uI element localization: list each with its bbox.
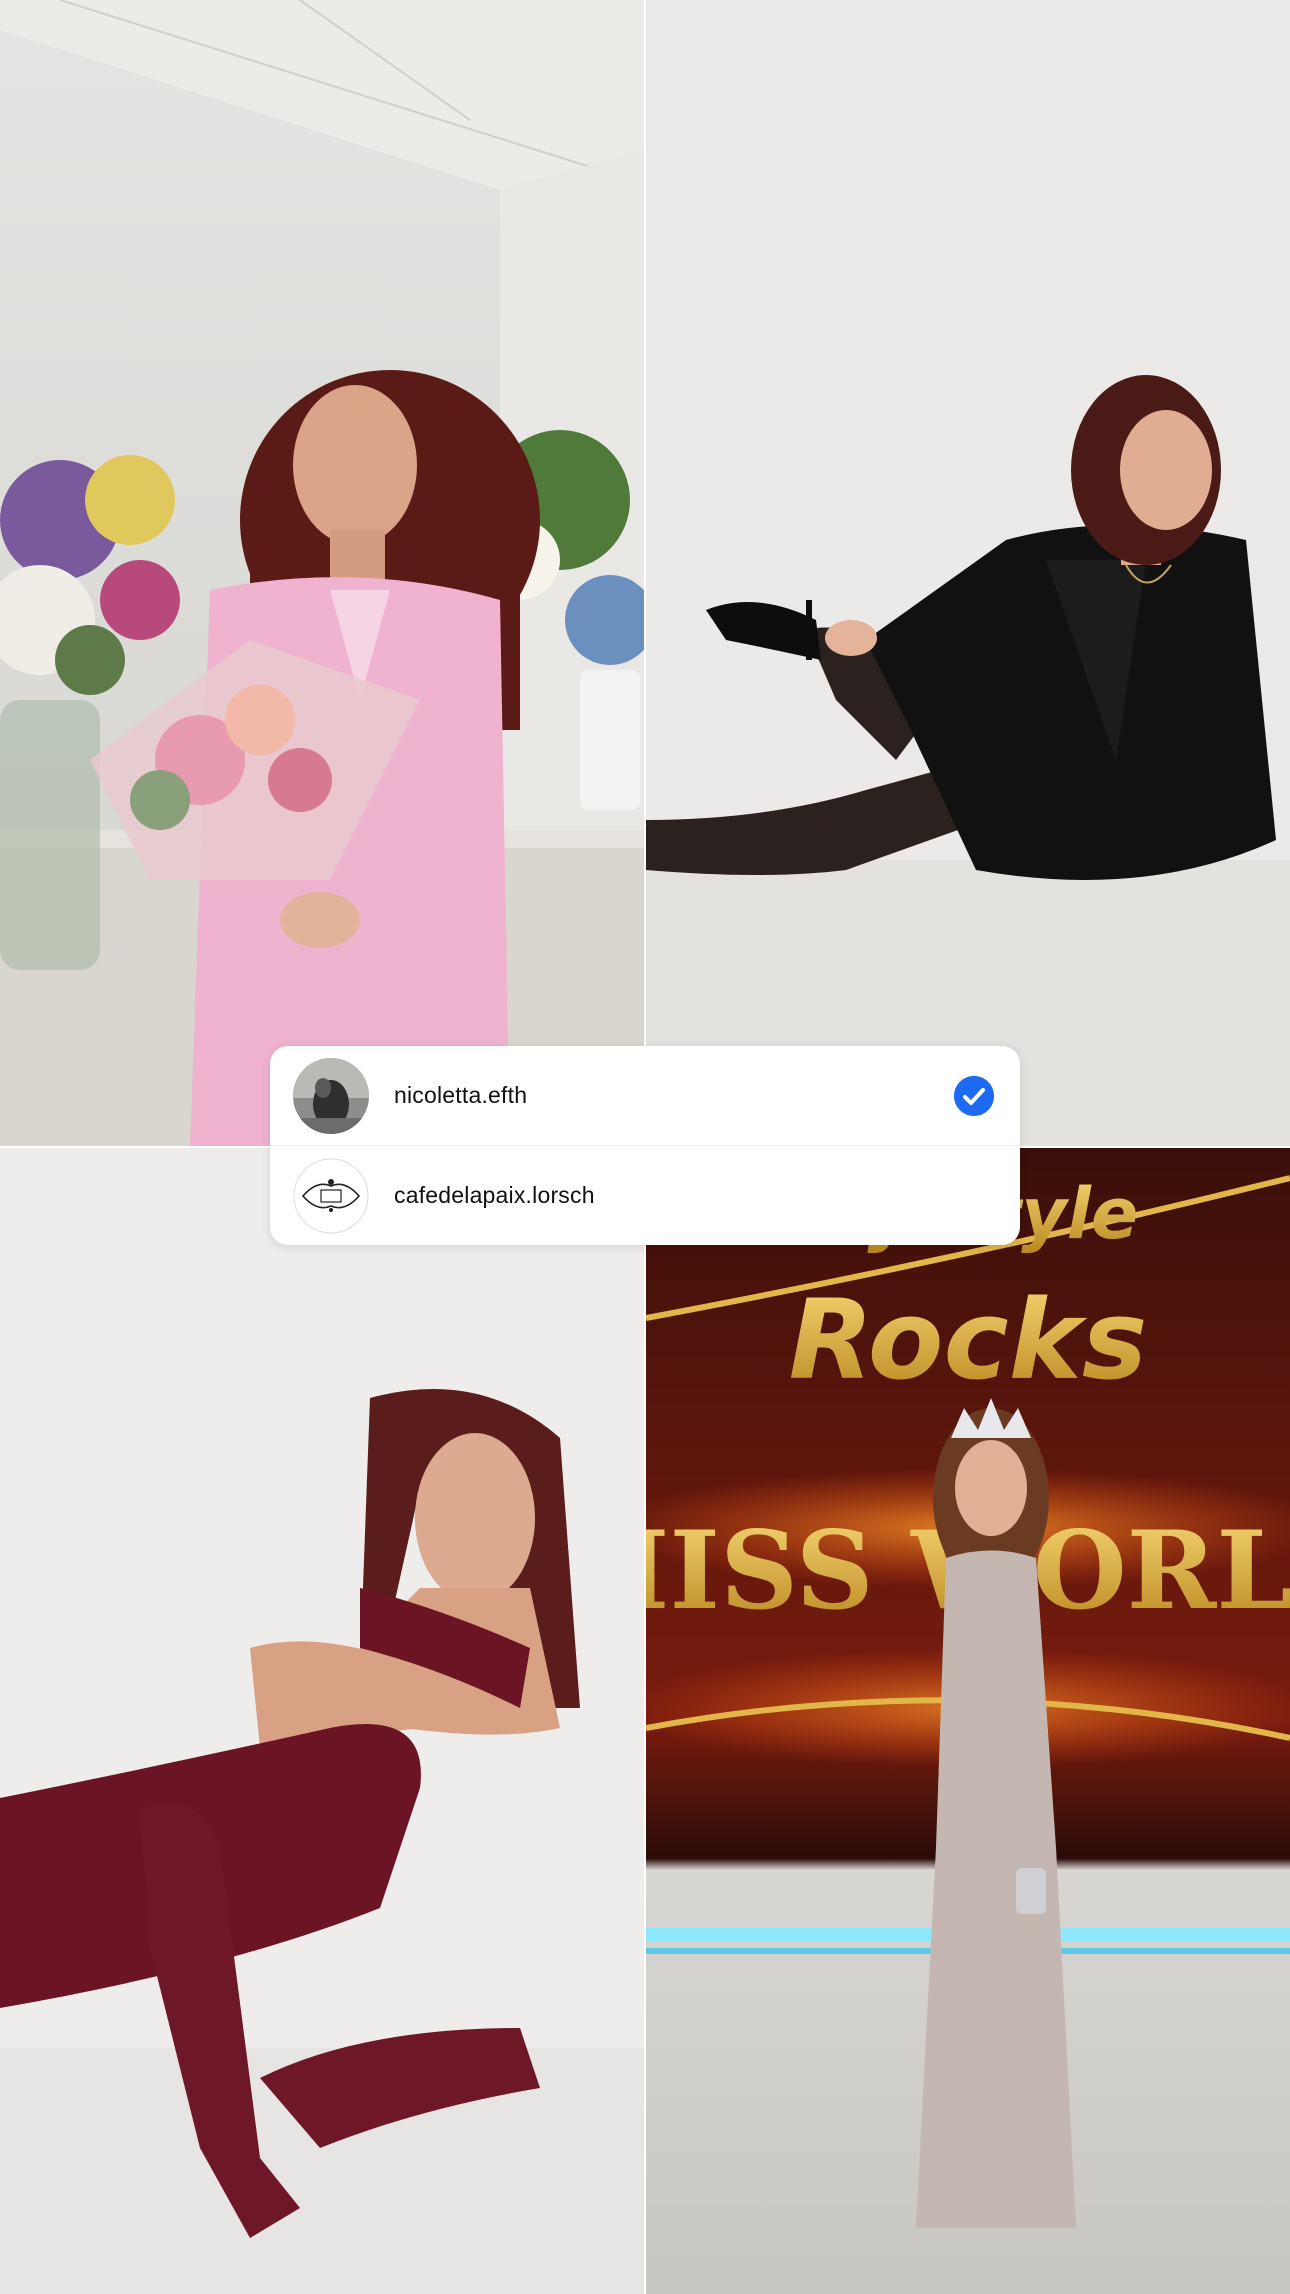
photo-miss-world-stage[interactable]: My Style Rocks MISS WORLD <box>646 1148 1290 2294</box>
tag-username[interactable]: nicoletta.efth <box>394 1082 527 1109</box>
photo-burgundy-dress[interactable] <box>0 1148 644 2294</box>
tag-row-nicoletta[interactable]: nicoletta.efth <box>270 1046 1020 1146</box>
tag-row-cafedelapaix[interactable]: cafedelapaix.lorsch <box>270 1146 1020 1245</box>
cafe-logo-avatar[interactable] <box>293 1158 369 1234</box>
photo-black-blazer-pose[interactable] <box>646 0 1290 1146</box>
tagged-accounts-card: nicoletta.efth cafedelapaix.lorsch <box>270 1046 1020 1245</box>
tag-username[interactable]: cafedelapaix.lorsch <box>394 1182 595 1209</box>
stage-sign-line2: Rocks <box>789 1276 1148 1404</box>
photo-pink-suit-flowers[interactable] <box>0 0 644 1146</box>
verified-check-icon <box>954 1075 994 1116</box>
profile-photo-avatar[interactable] <box>293 1057 369 1134</box>
